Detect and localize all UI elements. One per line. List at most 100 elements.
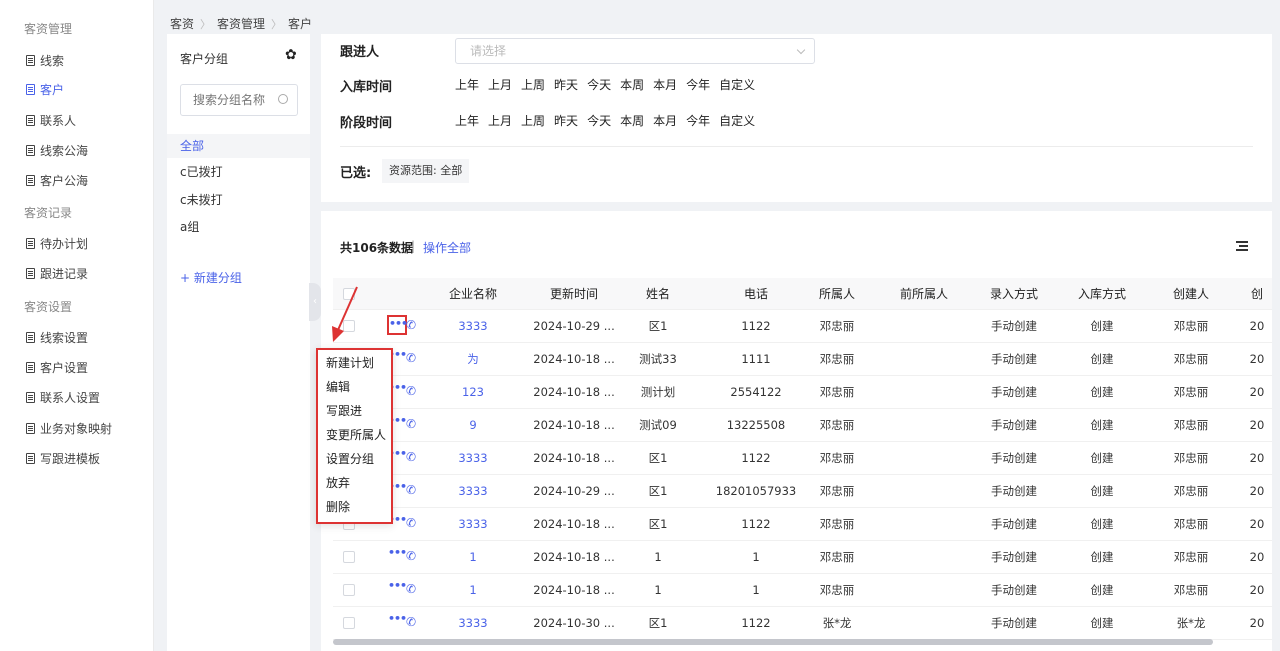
phone-call-icon[interactable]: ✆ <box>406 516 416 530</box>
group-item-all[interactable]: 全部 <box>167 134 310 158</box>
time-option[interactable]: 上月 <box>488 76 512 93</box>
sidebar-item-follow-records[interactable]: 跟进记录 <box>26 265 88 282</box>
menu-item-delete[interactable]: 删除 <box>326 498 350 515</box>
company-cell[interactable]: 3333 <box>443 607 503 639</box>
menu-item-edit[interactable]: 编辑 <box>326 378 350 395</box>
operate-all-link[interactable]: 操作全部 <box>423 239 471 256</box>
sidebar-item-lead-settings[interactable]: 线索设置 <box>26 329 88 346</box>
table-row[interactable]: ••• ✆ 1 2024-10-18 ... 1 1 邓忠丽 手动创建 创建 邓忠丽 20 <box>333 574 1272 607</box>
sidebar-item-contact-settings[interactable]: 联系人设置 <box>26 389 100 406</box>
phone-call-icon[interactable]: ✆ <box>406 318 416 332</box>
sidebar-item-customer-settings[interactable]: 客户设置 <box>26 359 88 376</box>
search-icon[interactable] <box>278 94 288 104</box>
horizontal-scrollbar[interactable] <box>333 639 1213 645</box>
gear-icon[interactable]: ✿ <box>285 47 297 63</box>
time-option[interactable]: 上周 <box>521 112 545 129</box>
sidebar-item-object-mapping[interactable]: 业务对象映射 <box>26 420 112 437</box>
time-option[interactable]: 本周 <box>620 112 644 129</box>
column-header[interactable]: 前所属人 <box>894 278 954 310</box>
phone-call-icon[interactable]: ✆ <box>406 582 416 596</box>
group-search-input[interactable] <box>181 85 271 115</box>
menu-item-abandon[interactable]: 放弃 <box>326 474 350 491</box>
more-actions-icon[interactable]: ••• <box>387 612 407 632</box>
company-cell[interactable]: 9 <box>443 409 503 441</box>
table-row[interactable]: ••• ✆ 9 2024-10-18 ... 测试09 13225508 邓忠丽 手动创建 创建… <box>333 409 1272 442</box>
table-row[interactable]: ••• ✆ 123 2024-10-18 ... 测计划 2554122 邓忠丽 手动创建 创建… <box>333 376 1272 409</box>
company-cell[interactable]: 123 <box>443 376 503 408</box>
row-checkbox[interactable] <box>343 584 355 596</box>
company-cell[interactable]: 3333 <box>443 310 503 342</box>
time-option[interactable]: 上年 <box>455 76 479 93</box>
column-header[interactable]: 创建人 <box>1166 278 1216 310</box>
time-option[interactable]: 本月 <box>653 76 677 93</box>
time-option[interactable]: 今年 <box>686 112 710 129</box>
phone-call-icon[interactable]: ✆ <box>406 384 416 398</box>
time-option[interactable]: 今天 <box>587 76 611 93</box>
time-option[interactable]: 自定义 <box>719 76 755 93</box>
time-option[interactable]: 昨天 <box>554 76 578 93</box>
company-cell[interactable]: 1 <box>443 574 503 606</box>
phone-call-icon[interactable]: ✆ <box>406 351 416 365</box>
row-checkbox[interactable] <box>343 617 355 629</box>
more-actions-icon[interactable]: ••• <box>387 315 408 335</box>
row-checkbox[interactable] <box>343 551 355 563</box>
table-row[interactable]: ••• ✆ 3333 2024-10-30 ... 区1 1122 张*龙 手动创建 创建 张*龙… <box>333 607 1272 640</box>
menu-item-change-owner[interactable]: 变更所属人 <box>326 426 386 443</box>
company-cell[interactable]: 3333 <box>443 442 503 474</box>
menu-item-set-group[interactable]: 设置分组 <box>326 450 374 467</box>
row-checkbox[interactable] <box>343 320 355 332</box>
sidebar-item-customers[interactable]: 客户 <box>26 81 64 98</box>
column-header[interactable]: 录入方式 <box>984 278 1044 310</box>
company-cell[interactable]: 为 <box>443 343 503 375</box>
group-item[interactable]: c未拨打 <box>167 188 310 212</box>
column-header[interactable]: 电话 <box>711 278 801 310</box>
phone-call-icon[interactable]: ✆ <box>406 417 416 431</box>
phone-call-icon[interactable]: ✆ <box>406 615 416 629</box>
select-all-checkbox[interactable] <box>343 288 355 300</box>
column-header[interactable]: 创 <box>1247 278 1267 310</box>
menu-item-new-plan[interactable]: 新建计划 <box>326 354 374 371</box>
table-row[interactable]: ••• ✆ 3333 2024-10-18 ... 区1 1122 邓忠丽 手动创建 创建 邓忠丽… <box>333 508 1272 541</box>
new-group-button[interactable]: + 新建分组 <box>180 269 242 286</box>
sidebar-item-todo-plans[interactable]: 待办计划 <box>26 235 88 252</box>
breadcrumb-item[interactable]: 客资管理 <box>217 15 265 32</box>
column-header[interactable]: 企业名称 <box>443 278 503 310</box>
sidebar-item-follow-template[interactable]: 写跟进模板 <box>26 450 100 467</box>
group-item[interactable]: c已拨打 <box>167 160 310 184</box>
more-actions-icon[interactable]: ••• <box>387 546 407 566</box>
column-header[interactable]: 更新时间 <box>529 278 619 310</box>
time-option[interactable]: 昨天 <box>554 112 578 129</box>
table-row[interactable]: ••• ✆ 为 2024-10-18 ... 测试33 1111 邓忠丽 手动创建 创建 邓忠丽 2… <box>333 343 1272 376</box>
sidebar-item-contacts[interactable]: 联系人 <box>26 112 76 129</box>
phone-call-icon[interactable]: ✆ <box>406 450 416 464</box>
sidebar-item-lead-pool[interactable]: 线索公海 <box>26 142 88 159</box>
table-row[interactable]: ••• ✆ 3333 2024-10-18 ... 区1 1122 邓忠丽 手动创建 创建 邓忠丽… <box>333 442 1272 475</box>
phone-call-icon[interactable]: ✆ <box>406 483 416 497</box>
time-option[interactable]: 今天 <box>587 112 611 129</box>
breadcrumb-item[interactable]: 客资 <box>170 15 194 32</box>
company-cell[interactable]: 3333 <box>443 475 503 507</box>
column-header[interactable]: 入库方式 <box>1072 278 1132 310</box>
time-option[interactable]: 自定义 <box>719 112 755 129</box>
menu-item-write-follow-up[interactable]: 写跟进 <box>326 402 362 419</box>
column-header[interactable]: 所属人 <box>807 278 867 310</box>
time-option[interactable]: 上年 <box>455 112 479 129</box>
follower-select[interactable]: 请选择 <box>455 38 815 64</box>
company-cell[interactable]: 3333 <box>443 508 503 540</box>
time-option[interactable]: 今年 <box>686 76 710 93</box>
phone-call-icon[interactable]: ✆ <box>406 549 416 563</box>
collapse-panel-handle[interactable]: ‹ <box>309 283 321 321</box>
sidebar-item-leads[interactable]: 线索 <box>26 52 64 69</box>
time-option[interactable]: 上周 <box>521 76 545 93</box>
group-item[interactable]: a组 <box>167 215 310 239</box>
time-option[interactable]: 本周 <box>620 76 644 93</box>
company-cell[interactable]: 1 <box>443 541 503 573</box>
table-row[interactable]: ••• ✆ 1 2024-10-18 ... 1 1 邓忠丽 手动创建 创建 邓忠丽 20 <box>333 541 1272 574</box>
table-row[interactable]: ••• ✆ 3333 2024-10-29 ... 区1 18201057933 邓忠丽 手动… <box>333 475 1272 508</box>
time-option[interactable]: 本月 <box>653 112 677 129</box>
sidebar-item-customer-pool[interactable]: 客户公海 <box>26 172 88 189</box>
table-row[interactable]: ••• ✆ 3333 2024-10-29 ... 区1 1122 邓忠丽 手动创建 创建 邓忠丽… <box>333 310 1272 343</box>
column-settings-icon[interactable] <box>1236 241 1248 251</box>
time-option[interactable]: 上月 <box>488 112 512 129</box>
more-actions-icon[interactable]: ••• <box>387 579 407 599</box>
